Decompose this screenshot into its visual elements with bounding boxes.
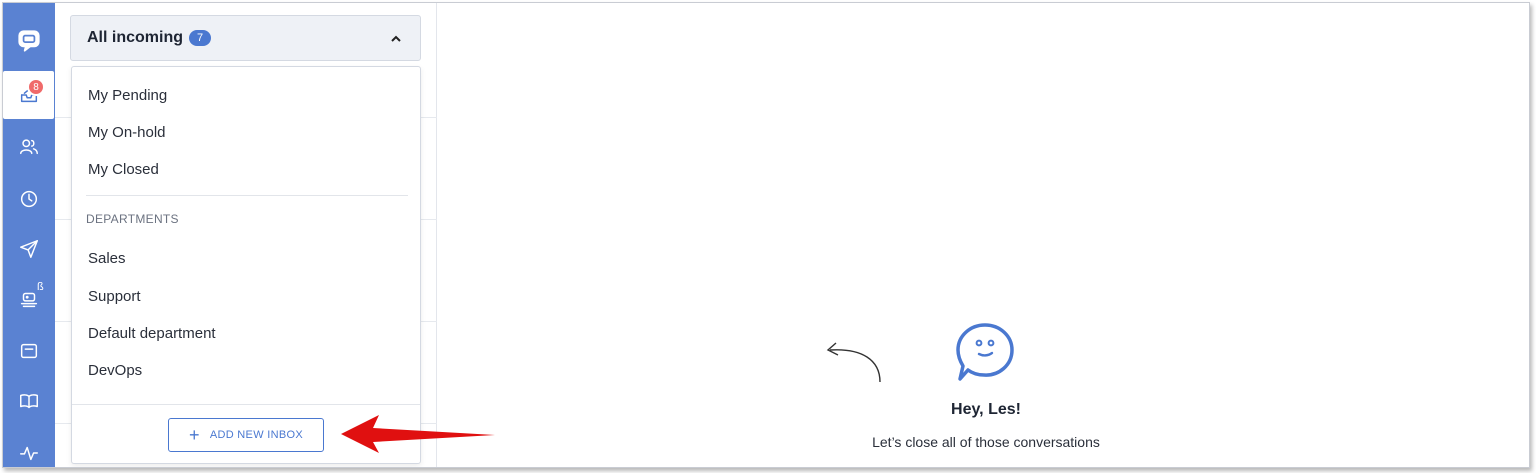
curved-arrow-icon <box>826 342 881 383</box>
book-icon <box>20 394 38 409</box>
dropdown-item-support[interactable]: Support <box>88 288 141 305</box>
nav-inbox[interactable]: 8 <box>3 71 54 119</box>
nav-analytics[interactable] <box>3 429 55 467</box>
chat-logo-icon[interactable] <box>3 17 55 65</box>
activity-icon <box>20 446 38 461</box>
dropdown-footer-divider <box>72 404 420 405</box>
divider <box>86 195 408 196</box>
nav-history[interactable] <box>3 175 55 223</box>
nav-bots[interactable]: ß <box>3 275 55 323</box>
inbox-title: All incoming <box>87 29 183 46</box>
users-icon <box>20 139 38 155</box>
conversation-area: Hey, Les! Let’s close all of those conve… <box>437 3 1529 467</box>
left-nav-rail: 8 ß <box>3 3 55 467</box>
inbox-selector[interactable]: All incoming 7 <box>70 15 421 61</box>
smiley-chat-icon <box>956 323 1014 381</box>
nav-contacts[interactable] <box>3 123 55 171</box>
greeting-message: Let’s close all of those conversations <box>872 434 1100 450</box>
greeting-heading: Hey, Les! <box>951 401 1021 418</box>
inbox-panel: All incoming 7 My Pending My On-hold My … <box>55 3 437 467</box>
dropdown-item-my-pending[interactable]: My Pending <box>88 87 167 104</box>
dropdown-item-my-closed[interactable]: My Closed <box>88 161 159 178</box>
nav-knowledge-base[interactable] <box>3 377 55 425</box>
nav-widget[interactable] <box>3 327 55 375</box>
dropdown-item-default-department[interactable]: Default department <box>88 325 216 342</box>
clock-icon <box>20 190 38 208</box>
dropdown-item-sales[interactable]: Sales <box>88 250 126 267</box>
inbox-count-badge: 7 <box>189 30 212 46</box>
window-icon <box>20 343 38 359</box>
inbox-count-badge: 8 <box>27 78 45 96</box>
dropdown-item-devops[interactable]: DevOps <box>88 362 142 379</box>
dropdown-item-my-on-hold[interactable]: My On-hold <box>88 124 166 141</box>
plus-icon: + <box>189 425 200 445</box>
app-window: 8 ß All incoming 7 My Pending My On-hold… <box>2 2 1530 468</box>
add-new-inbox-label: ADD NEW INBOX <box>209 429 303 441</box>
inbox-dropdown: My Pending My On-hold My Closed DEPARTME… <box>71 66 421 464</box>
nav-campaigns[interactable] <box>3 225 55 273</box>
send-icon <box>20 240 38 258</box>
chevron-up-icon[interactable] <box>390 32 402 44</box>
beta-mark: ß <box>37 281 44 293</box>
departments-heading: DEPARTMENTS <box>86 212 179 226</box>
annotation-arrow <box>341 415 495 453</box>
add-new-inbox-button[interactable]: + ADD NEW INBOX <box>168 418 324 452</box>
